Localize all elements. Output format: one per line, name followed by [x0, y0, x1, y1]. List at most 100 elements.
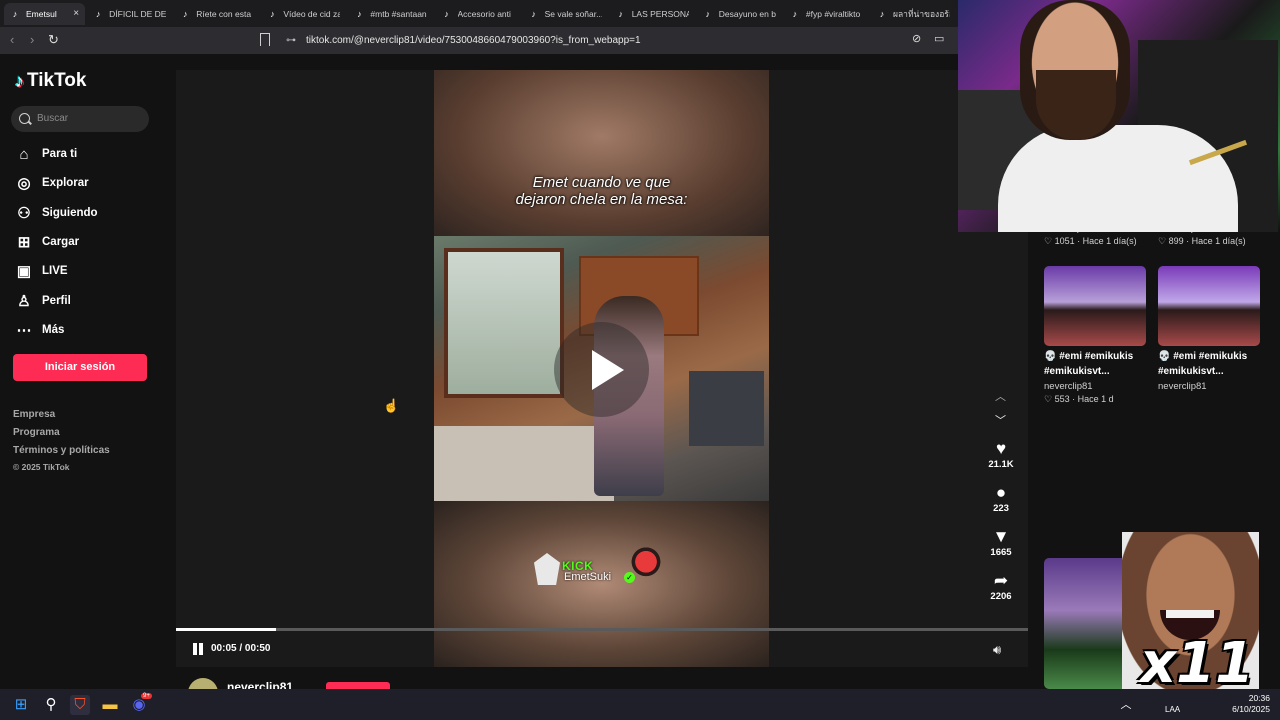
recommended-card[interactable]: 💀 #emi #emikukis #emikukisvt... neverclip8…	[1044, 266, 1146, 405]
close-tab-icon[interactable]: ×	[73, 8, 79, 19]
browser-tab[interactable]: ♪ Emetsul ×	[4, 2, 86, 25]
webcam-shirt	[998, 125, 1238, 232]
card-likes: 553	[1054, 394, 1070, 404]
bookmark-icon[interactable]: ▼	[988, 527, 1014, 547]
kick-channel-name: EmetSuki	[564, 571, 612, 583]
video-progress-bar[interactable]	[176, 628, 1028, 631]
windows-start-icon[interactable]: ⊞	[11, 695, 31, 715]
footer-link-terms[interactable]: Términos y políticas	[13, 445, 110, 456]
avatar[interactable]	[188, 678, 218, 689]
search-placeholder: Buscar	[37, 113, 69, 124]
video-player[interactable]: Emet cuando ve que dejaron chela en la m…	[176, 70, 1028, 667]
bookmark-icon[interactable]	[260, 33, 270, 46]
action-count: 21.1K	[988, 459, 1014, 470]
card-likes: 1051	[1054, 236, 1075, 246]
language-indicator[interactable]: LAA	[1165, 705, 1180, 714]
windows-taskbar: ⊞ ⚲ ⛉ ▬ ◉ 9+ ︿ LAA 20:36 6/10/2025	[0, 689, 1280, 720]
tab-title: LAS PERSONAS	[631, 8, 689, 19]
action-count: 1665	[990, 547, 1012, 558]
back-icon[interactable]: ‹	[10, 32, 14, 47]
sidebar-item-cargar[interactable]: ⊞ Cargar	[15, 231, 79, 253]
site-info-icon[interactable]: ⊶	[286, 31, 296, 50]
browser-tab[interactable]: ♪ Accesorio anti	[436, 3, 521, 25]
video-thumbnail[interactable]	[1158, 266, 1260, 346]
meme-teeth	[1166, 610, 1214, 618]
sidebar-item-m-s[interactable]: ⋯ Más	[15, 319, 65, 341]
heart-outline-icon: ♡	[1044, 236, 1053, 246]
share-action[interactable]: ➦ 2206	[988, 571, 1014, 602]
comment-icon[interactable]: ●	[988, 483, 1014, 503]
cast-icon[interactable]: ⊘	[912, 32, 921, 45]
video-timecode: 00:05 / 00:50	[211, 643, 271, 654]
sidebar-item-explorar[interactable]: ◎ Explorar	[15, 172, 88, 194]
author-row: neverclip81	[176, 675, 1028, 689]
chevron-down-icon[interactable]: ﹀	[995, 412, 1006, 428]
comment-action[interactable]: ● 223	[988, 483, 1014, 514]
brave-browser-icon[interactable]: ⛉	[70, 695, 90, 715]
card-age: Hace 1 día(s)	[1191, 236, 1246, 246]
forward-icon[interactable]: ›	[30, 32, 34, 47]
system-clock[interactable]: 20:36 6/10/2025	[1226, 693, 1270, 715]
pause-icon[interactable]	[192, 643, 204, 655]
taskbar-search-icon[interactable]: ⚲	[41, 695, 61, 715]
browser-tab[interactable]: ♪ ผลาที่น่าของอร้อ	[871, 3, 956, 25]
browser-tab-bar: ♪Emetsul×♪DÍFICIL DE DEC♪Ríete con esta♪…	[0, 0, 958, 27]
meme-multiplier-text: x11	[1140, 631, 1255, 696]
video-bottom-blur: KICK EmetSuki ✓	[434, 501, 769, 667]
share-icon[interactable]: ➦	[988, 571, 1014, 591]
card-age: Hace 1 d	[1077, 394, 1114, 404]
card-author[interactable]: neverclip81	[1158, 381, 1260, 392]
browser-tab[interactable]: ♪ Ríete con esta	[174, 3, 259, 25]
tray-chevron-icon[interactable]: ︿	[1116, 695, 1136, 715]
clock-time: 20:36	[1248, 693, 1270, 703]
browser-tab[interactable]: ♪ Vídeo de cid za	[261, 3, 346, 25]
sidebar-item-perfil[interactable]: ♙ Perfil	[15, 290, 71, 312]
sidebar-item-siguiendo[interactable]: ⚇ Siguiendo	[15, 202, 97, 224]
heart-action[interactable]: ♥ 21.1K	[988, 439, 1014, 470]
login-button[interactable]: Iniciar sesión	[13, 354, 147, 381]
search-input[interactable]: Buscar	[11, 106, 149, 132]
card-title: 💀 #emi #emikukis	[1158, 351, 1248, 362]
footer-link-empresa[interactable]: Empresa	[13, 409, 55, 420]
video-caption-line1: Emet cuando ve que	[532, 174, 671, 191]
sidebar-item-label: Para ti	[42, 148, 78, 160]
browser-tab[interactable]: ♪ Desayuno en b	[697, 3, 782, 25]
follow-button[interactable]	[326, 682, 390, 689]
tiktok-logo[interactable]: ♪ TikTok	[15, 70, 86, 92]
file-explorer-icon[interactable]: ▬	[100, 695, 120, 715]
tab-title: Se vale soñar...	[544, 8, 602, 19]
bookmark-action[interactable]: ▼ 1665	[988, 527, 1014, 558]
heart-icon[interactable]: ♥	[988, 439, 1014, 459]
chevron-up-icon[interactable]: ︿	[995, 388, 1006, 404]
browser-tab[interactable]: ♪ #mtb #santaan	[348, 3, 433, 25]
reload-icon[interactable]: ↻	[48, 32, 59, 48]
kitchen-stove	[689, 371, 764, 446]
recommended-card[interactable]: 💀 #emi #emikukis #emikukisvt... neverclip8…	[1158, 266, 1260, 392]
sidebar-item-label: Perfil	[42, 294, 71, 307]
author-name[interactable]: neverclip81	[227, 680, 293, 689]
volume-icon[interactable]: 🔊︎	[993, 642, 1001, 658]
browser-tab[interactable]: ♪ DÍFICIL DE DEC	[87, 3, 172, 25]
card-author[interactable]: neverclip81	[1044, 381, 1146, 392]
tiktok-favicon-icon: ♪	[357, 8, 362, 19]
sidebar-item-para-ti[interactable]: ⌂ Para ti	[15, 143, 77, 165]
card-meta: ♡ 1051 · Hace 1 día(s)	[1044, 236, 1137, 246]
browser-tab[interactable]: ♪ LAS PERSONAS	[610, 3, 695, 25]
browser-tab[interactable]: ♪ #fyp #viraltikto	[784, 3, 869, 25]
url-text: tiktok.com/@neverclip81/video/7530048660…	[306, 35, 641, 46]
card-meta: ♡ 899 · Hace 1 día(s)	[1158, 236, 1246, 246]
video-kitchen-scene	[434, 236, 769, 501]
video-top-blur	[434, 70, 769, 236]
play-icon[interactable]	[554, 322, 649, 417]
sidebar-item-live[interactable]: ▣ LIVE	[15, 260, 68, 282]
sidebar-item-label: Más	[42, 323, 65, 336]
video-thumbnail[interactable]	[1044, 266, 1146, 346]
browser-address-bar: ‹ › ↻ ⊶ tiktok.com/@neverclip81/video/75…	[0, 27, 958, 54]
browser-tab[interactable]: ♪ Se vale soñar...	[523, 3, 608, 25]
video-frame[interactable]: Emet cuando ve que dejaron chela en la m…	[434, 70, 769, 667]
footer-link-programa[interactable]: Programa	[13, 427, 60, 438]
card-age: Hace 1 día(s)	[1082, 236, 1137, 246]
live-icon: ▣	[16, 263, 32, 281]
url-field[interactable]: ⊶ tiktok.com/@neverclip81/video/75300486…	[280, 31, 940, 50]
reader-icon[interactable]: ▭	[934, 32, 944, 45]
